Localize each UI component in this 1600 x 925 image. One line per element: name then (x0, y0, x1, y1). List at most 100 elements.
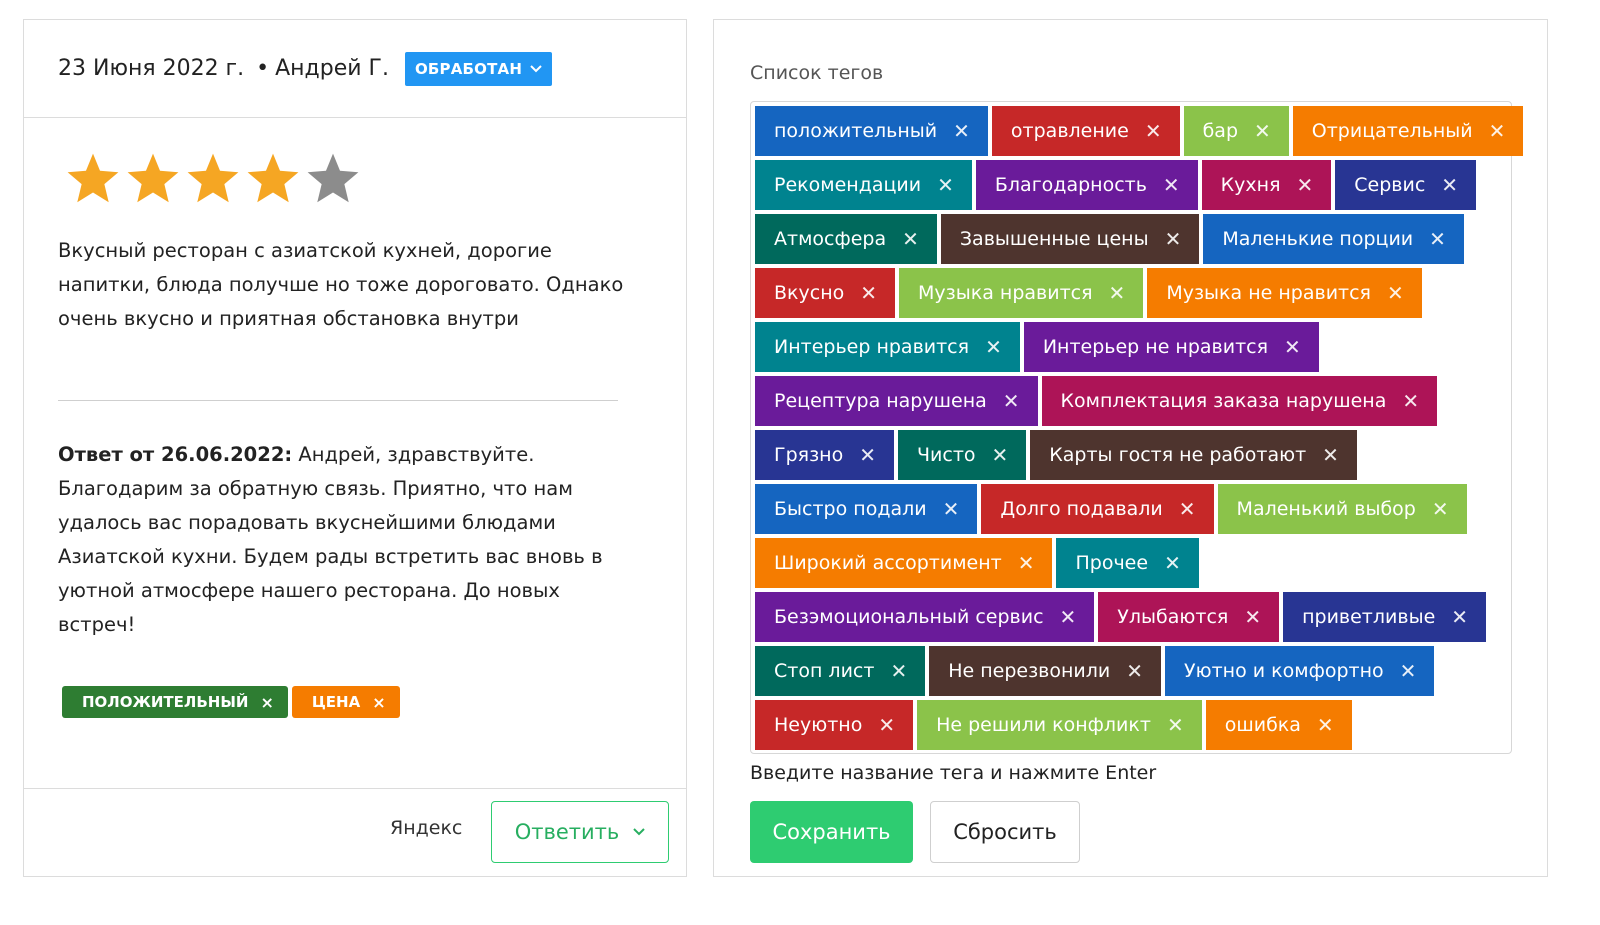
tag-row: Безэмоциональный сервис ✕ Улыбаются ✕ привет… (755, 592, 1507, 642)
remove-tag-icon[interactable]: ✕ (1387, 281, 1404, 305)
tag-chip[interactable]: Безэмоциональный сервис ✕ (755, 592, 1095, 642)
tag-chip[interactable]: Интерьер нравится ✕ (755, 322, 1020, 372)
tag-chip[interactable]: Маленькие порции ✕ (1203, 214, 1464, 264)
tag-chip[interactable]: Рецептура нарушена ✕ (755, 376, 1038, 426)
remove-tag-icon[interactable]: ✕ (859, 443, 876, 467)
tag-chip[interactable]: Улыбаются ✕ (1098, 592, 1280, 642)
tag-label: Комплектация заказа нарушена (1060, 390, 1387, 412)
tag-chip[interactable]: Маленький выбор ✕ (1217, 484, 1467, 534)
tag-chip[interactable]: Музыка нравится ✕ (899, 268, 1144, 318)
tag-label: приветливые (1302, 606, 1436, 628)
tag-chip[interactable]: Завышенные цены ✕ (940, 214, 1200, 264)
tag-chip[interactable]: Широкий ассортимент ✕ (755, 538, 1053, 588)
tag-row: Грязно ✕ Чисто ✕ Карты гостя не работают ✕ (755, 430, 1507, 480)
tag-chip[interactable]: Не перезвонили ✕ (929, 646, 1162, 696)
tag-chip[interactable]: положительный ✕ (755, 106, 988, 156)
remove-tag-icon[interactable]: ✕ (1244, 605, 1261, 629)
remove-tag-icon[interactable]: ✕ (1254, 119, 1271, 143)
remove-tag-icon[interactable]: ✕ (992, 443, 1009, 467)
reply-label: Ответить (514, 820, 620, 844)
tag-row: Рецептура нарушена ✕ Комплектация заказа н… (755, 376, 1507, 426)
tag-label: Вкусно (774, 282, 845, 304)
tag-chip[interactable]: Не решили конфликт ✕ (917, 700, 1202, 750)
tag-chip[interactable]: ошибка ✕ (1205, 700, 1352, 750)
tag-row: Широкий ассортимент ✕ Прочее ✕ (755, 538, 1507, 588)
tag-chip[interactable]: приветливые ✕ (1283, 592, 1487, 642)
remove-tag-icon[interactable]: ✕ (1018, 551, 1035, 575)
remove-tag-icon[interactable]: ✕ (878, 713, 895, 737)
remove-tag-icon[interactable]: ✕ (1432, 497, 1449, 521)
remove-tag-icon[interactable]: ✕ (1126, 659, 1143, 683)
tag-label: Кухня (1220, 174, 1281, 196)
tag-chip[interactable]: Рекомендации ✕ (755, 160, 972, 210)
remove-tag-icon[interactable]: ✕ (890, 659, 907, 683)
remove-tag-icon[interactable]: ✕ (1429, 227, 1446, 251)
remove-tag-icon[interactable]: ✕ (1297, 173, 1314, 197)
review-text: Вкусный ресторан с азиатской кухней, дор… (58, 239, 624, 330)
tag-chip[interactable]: Неуютно ✕ (755, 700, 914, 750)
tag-chip[interactable]: Карты гостя не работают ✕ (1030, 430, 1357, 480)
remove-tag-icon[interactable]: ✕ (1441, 173, 1458, 197)
review-author: Андрей Г. (275, 56, 389, 81)
remove-tag-icon[interactable]: ✕ (902, 227, 919, 251)
reply-button[interactable]: Ответить (491, 801, 669, 863)
separator-bullet: • (256, 56, 270, 81)
review-tag-label: ПОЛОЖИТЕЛЬНЫЙ (82, 693, 249, 711)
remove-tag-icon[interactable]: ✕ (860, 281, 877, 305)
remove-tag-icon[interactable]: × (372, 693, 385, 712)
tag-chip[interactable]: Комплектация заказа нарушена ✕ (1041, 376, 1438, 426)
reset-button[interactable]: Сбросить (930, 801, 1080, 863)
remove-tag-icon[interactable]: × (260, 693, 273, 712)
tag-chip[interactable]: Чисто ✕ (898, 430, 1027, 480)
remove-tag-icon[interactable]: ✕ (1003, 389, 1020, 413)
remove-tag-icon[interactable]: ✕ (1489, 119, 1506, 143)
remove-tag-icon[interactable]: ✕ (1165, 227, 1182, 251)
tag-chip[interactable]: Прочее ✕ (1056, 538, 1199, 588)
save-button[interactable]: Сохранить (750, 801, 913, 863)
remove-tag-icon[interactable]: ✕ (1167, 713, 1184, 737)
tag-chip[interactable]: Быстро подали ✕ (755, 484, 978, 534)
remove-tag-icon[interactable]: ✕ (1402, 389, 1419, 413)
tag-chip[interactable]: Атмосфера ✕ (755, 214, 937, 264)
remove-tag-icon[interactable]: ✕ (1400, 659, 1417, 683)
tag-chip[interactable]: Грязно ✕ (755, 430, 894, 480)
review-tags: ПОЛОЖИТЕЛЬНЫЙ × ЦЕНА × (62, 686, 400, 718)
tag-row: Интерьер нравится ✕ Интерьер не нравится ✕ (755, 322, 1507, 372)
tags-list-label: Список тегов (750, 62, 884, 84)
tag-chip[interactable]: Благодарность ✕ (975, 160, 1198, 210)
tag-chip[interactable]: Уютно и комфортно ✕ (1165, 646, 1435, 696)
tag-label: Прочее (1075, 552, 1149, 574)
remove-tag-icon[interactable]: ✕ (1145, 119, 1162, 143)
remove-tag-icon[interactable]: ✕ (1179, 497, 1196, 521)
remove-tag-icon[interactable]: ✕ (1109, 281, 1126, 305)
tag-chip[interactable]: Кухня ✕ (1201, 160, 1332, 210)
tag-chip[interactable]: Долго подавали ✕ (981, 484, 1214, 534)
answer-block: Ответ от 26.06.2022: Андрей, здравствуйт… (58, 438, 633, 642)
tag-chip[interactable]: бар ✕ (1183, 106, 1289, 156)
tag-label: Интерьер нравится (774, 336, 970, 358)
remove-tag-icon[interactable]: ✕ (1451, 605, 1468, 629)
remove-tag-icon[interactable]: ✕ (943, 497, 960, 521)
tag-label: Безэмоциональный сервис (774, 606, 1044, 628)
remove-tag-icon[interactable]: ✕ (1322, 443, 1339, 467)
status-dropdown[interactable]: ОБРАБОТАН (404, 51, 553, 86)
answer-label: Ответ от 26.06.2022: (58, 443, 293, 466)
remove-tag-icon[interactable]: ✕ (953, 119, 970, 143)
tag-chip[interactable]: Музыка не нравится ✕ (1147, 268, 1422, 318)
remove-tag-icon[interactable]: ✕ (1284, 335, 1301, 359)
tag-chip[interactable]: Вкусно ✕ (755, 268, 896, 318)
remove-tag-icon[interactable]: ✕ (937, 173, 954, 197)
tag-chip[interactable]: Стоп лист ✕ (755, 646, 926, 696)
tags-input-box[interactable]: положительный ✕ отравление ✕ бар ✕ Отрицательн… (750, 101, 1524, 754)
tag-chip[interactable]: Отрицательный ✕ (1292, 106, 1524, 156)
divider (58, 400, 618, 401)
remove-tag-icon[interactable]: ✕ (1163, 173, 1180, 197)
remove-tag-icon[interactable]: ✕ (1060, 605, 1077, 629)
remove-tag-icon[interactable]: ✕ (1164, 551, 1181, 575)
tag-chip[interactable]: отравление ✕ (991, 106, 1180, 156)
tag-chip[interactable]: Сервис ✕ (1335, 160, 1477, 210)
tag-chip[interactable]: Интерьер не нравится ✕ (1023, 322, 1319, 372)
tag-row: Рекомендации ✕ Благодарность ✕ Кухня ✕ Сервис ✕ (755, 160, 1507, 210)
remove-tag-icon[interactable]: ✕ (985, 335, 1002, 359)
remove-tag-icon[interactable]: ✕ (1317, 713, 1334, 737)
